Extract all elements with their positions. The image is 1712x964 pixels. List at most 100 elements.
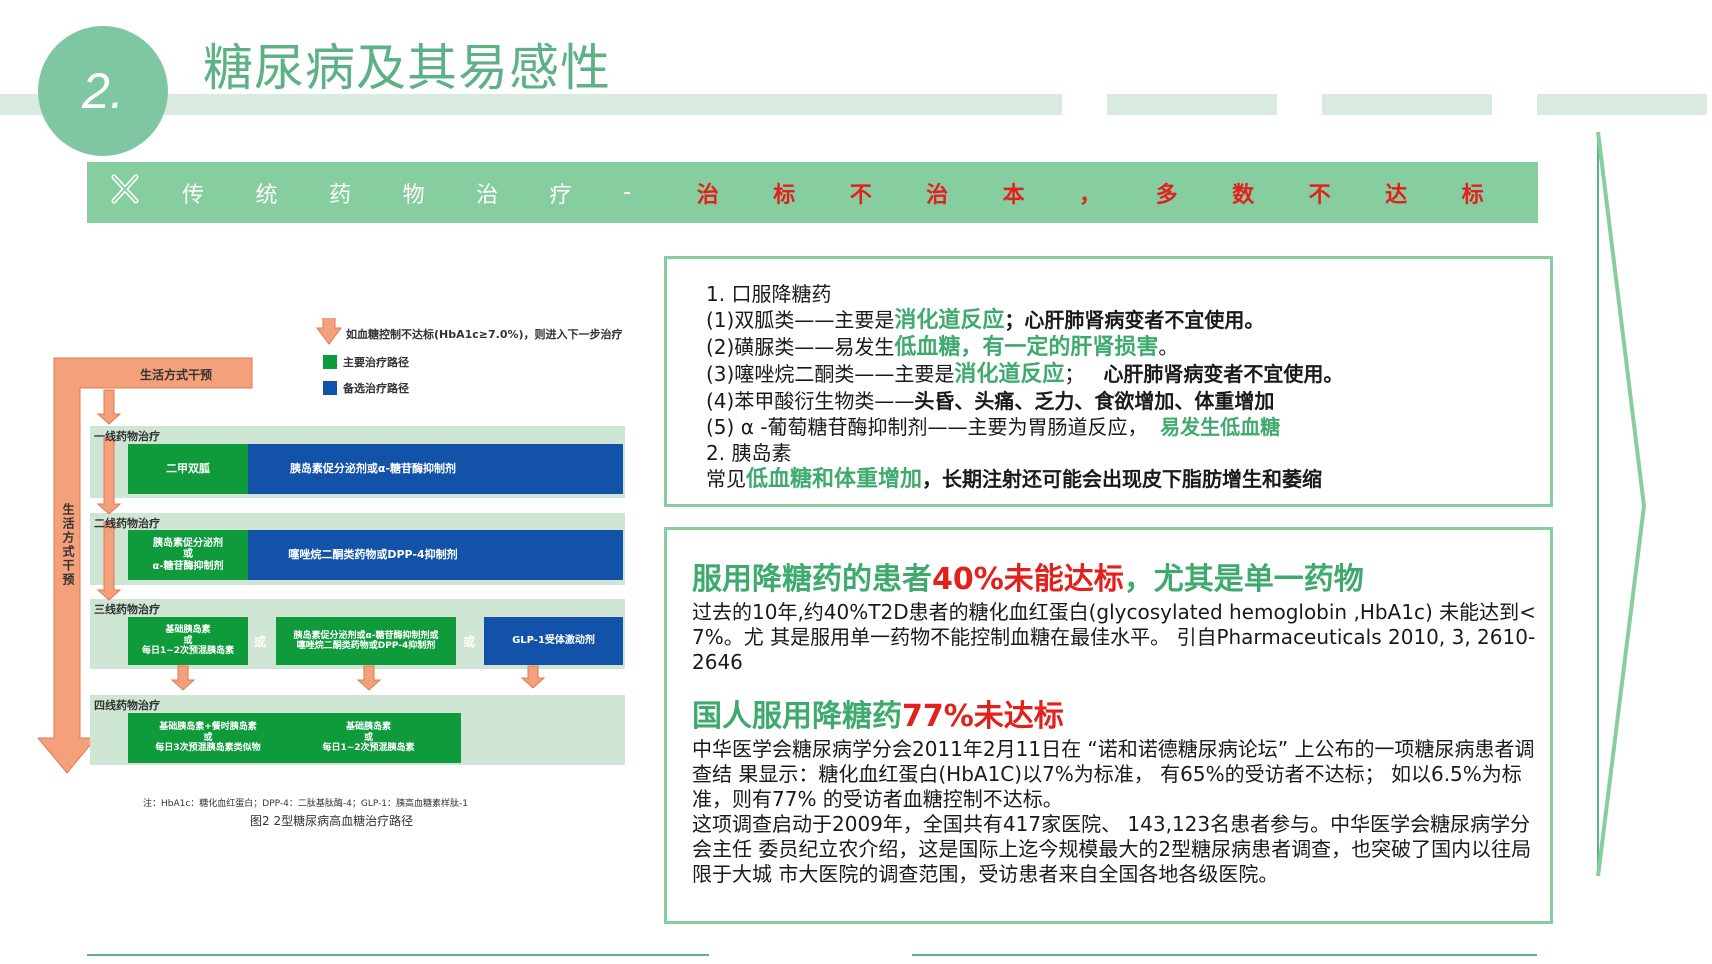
arrow-small [170,665,196,691]
row4-label: 四线药物治疗 [94,699,160,712]
banner-char: 本 [1002,182,1025,208]
side-effects-box: 1. 口服降糖药 (1)双胍类——主要是消化道反应；心肝肺肾病变者不宜使用。 (… [664,256,1553,507]
text-span: (1)双胍类——主要是 [706,308,895,332]
text-line: (3)噻唑烷二酮类——主要是消化道反应； 心肝肺肾病变者不宜使用。 [706,361,1343,388]
banner-char: 治 [476,182,499,208]
banner-char: 达 [1385,182,1408,208]
row3-mid-text: 胰岛素促分泌剂或α-糖苷酶抑制剂或 噻唑烷二酮类药物或DPP-4抑制剂 [293,630,439,651]
highlight-green: 低血糖，有一定的肝肾损害 [894,335,1159,360]
row1-green-text: 二甲双胍 [166,461,210,475]
text-bold: ；心肝肺肾病变者不宜使用。 [1004,308,1265,332]
text-line: (1)双胍类——主要是消化道反应；心肝肺肾病变者不宜使用。 [706,307,1343,334]
legend-main-label: 主要治疗路径 [343,356,409,369]
legend-top-text: 如血糖控制不达标(HbA1c≥7.0%)，则进入下一步治疗 [346,328,623,341]
banner-char: 不 [1308,182,1331,208]
banner: 传 统 药 物 治 疗 - 治 标 不 治 本 ， 多 数 不 达 标 [87,162,1538,223]
legend-alt: 备选治疗路径 [323,380,409,396]
text-line: (5) α -葡萄糖苷酶抑制剂——主要为胃肠道反应， 易发生低血糖 [706,414,1343,440]
legend-main: 主要治疗路径 [323,354,409,370]
row2-blue-text: 噻唑烷二酮类药物或DPP-4抑制剂 [288,547,458,561]
header-band-2 [1107,94,1277,115]
statistics-content: 服用降糖药的患者40%未能达标，尤其是单一药物 过去的10年,约40%T2D患者… [692,560,1537,887]
stat-paragraph-1: 过去的10年,约40%T2D患者的糖化血红蛋白(glycosylated hem… [692,600,1536,674]
side-effects-content: 1. 口服降糖药 (1)双胍类——主要是消化道反应；心肝肺肾病变者不宜使用。 (… [706,281,1343,493]
header-band-4 [1537,94,1707,115]
text-line: 1. 口服降糖药 [706,282,832,306]
row4-mid-text: 基础胰岛素 或 每日1~2次预混胰岛素 [322,722,415,754]
text-bold: 头昏、头痛、乏力、食欲增加、体重增加 [914,389,1275,413]
text-line: (2)磺脲类——易发生低血糖，有一定的肝肾损害。 [706,334,1343,361]
row3-label: 三线药物治疗 [94,603,160,616]
heading-red: 77%未达标 [902,699,1064,734]
heading-text: 国人服用降糖药 [692,699,902,734]
banner-char: 数 [1232,182,1255,208]
row3-green-text: 基础胰岛素 或 每日1~2次预混胰岛素 [141,625,235,657]
highlight-green: 易发生低血糖 [1160,415,1281,439]
banner-char: 治 [926,182,949,208]
text-span: 。 [1158,335,1179,359]
row3-or-2: 或 [463,635,476,649]
banner-char: 多 [1155,182,1178,208]
header-band-3 [1322,94,1492,115]
banner-char: 疗 [549,182,572,208]
lifestyle-box-label: 生活方式干预 [140,368,213,382]
lifestyle-vertical-label: 生活方式干预 [61,503,75,587]
legend-arrow [316,318,342,345]
row3-or-1: 或 [254,635,267,649]
stat-paragraph-3: 这项调查启动于2009年，全国共有417家医院、 143,123名患者参与。中华… [692,812,1532,886]
arrow-small [96,389,122,425]
stat-paragraph-2: 中华医学会糖尿病学分会2011年2月11日在 “诺和诺德糖尿病论坛” 上公布的一… [692,737,1535,811]
statistics-box: 服用降糖药的患者40%未能达标，尤其是单一药物 过去的10年,约40%T2D患者… [664,527,1553,924]
heading-red: 40%未能达标 [932,562,1124,597]
banner-char: 不 [849,182,872,208]
text-bold: ，长期注射还可能会出现皮下脂肪增生和萎缩 [922,467,1323,491]
banner-char: 传 [182,182,205,208]
highlight-green: 消化道反应 [954,362,1065,387]
text-bold: 心肝肺肾病变者不宜使用。 [1103,362,1344,386]
legend-alt-label: 备选治疗路径 [343,382,409,395]
text-span: ； [1064,362,1085,386]
row3-right-text: GLP-1受体激动剂 [512,635,595,647]
stat-heading-2: 国人服用降糖药77%未达标 [692,697,1537,737]
text-line: (4)苯甲酸衍生物类——头昏、头痛、乏力、食欲增加、体重增加 [706,388,1343,414]
row1-label: 一线药物治疗 [94,430,160,443]
row2-green-text: 胰岛素促分泌剂 或 α-糖苷酶抑制剂 [152,537,224,572]
legend-swatch-green [323,355,337,369]
stat-heading-1: 服用降糖药的患者40%未能达标，尤其是单一药物 [692,560,1537,600]
highlight-green: 消化道反应 [894,308,1005,333]
arrow-small [356,665,382,691]
highlight-green: 低血糖和体重增加 [746,467,923,492]
text-span: (3)噻唑烷二酮类——主要是 [706,362,955,386]
banner-text: 传 统 药 物 治 疗 - 治 标 不 治 本 ， 多 数 不 达 标 [182,162,1538,223]
text-span: (2)磺脲类——易发生 [706,335,895,359]
legend-swatch-blue [323,381,337,395]
banner-char: ， [1079,182,1102,208]
bottom-divider-left [87,954,709,956]
cross-icon [111,174,139,204]
banner-char: 标 [1461,182,1484,208]
bottom-divider-right [912,954,1537,956]
figure-note: 注：HbA1c：糖化血红蛋白；DPP-4：二肽基肽酶-4；GLP-1：胰高血糖素… [143,799,469,809]
banner-char: 治 [696,182,719,208]
banner-char: - [623,180,632,205]
row4-left-text: 基础胰岛素+餐时胰岛素 或 每日3次预混胰岛素类似物 [155,722,261,754]
banner-char: 标 [773,182,796,208]
page-title: 糖尿病及其易感性 [203,39,611,97]
row2-label: 二线药物治疗 [94,517,160,530]
treatment-pathway-figure: 如血糖控制不达标(HbA1c≥7.0%)，则进入下一步治疗 主要治疗路径 备选治… [38,318,658,838]
banner-char: 药 [329,182,352,208]
section-number-badge: 2. [38,26,168,156]
row1-blue-text: 胰岛素促分泌剂或α-糖苷酶抑制剂 [289,461,457,475]
text-span: (5) α -葡萄糖苷酶抑制剂——主要为胃肠道反应， [706,415,1148,439]
text-line: 2. 胰岛素 [706,441,792,465]
text-span: 常见 [706,467,746,491]
figure-caption: 图2 2型糖尿病高血糖治疗路径 [250,814,414,828]
heading-text: ，尤其是单一药物 [1123,562,1364,597]
heading-text: 服用降糖药的患者 [692,562,932,597]
banner-char: 物 [402,182,425,208]
banner-char: 统 [255,182,278,208]
text-span: (4)苯甲酸衍生物类—— [706,389,915,413]
section-number: 2. [82,63,124,119]
text-line: 常见低血糖和体重增加，长期注射还可能会出现皮下脂肪增生和萎缩 [706,466,1343,493]
